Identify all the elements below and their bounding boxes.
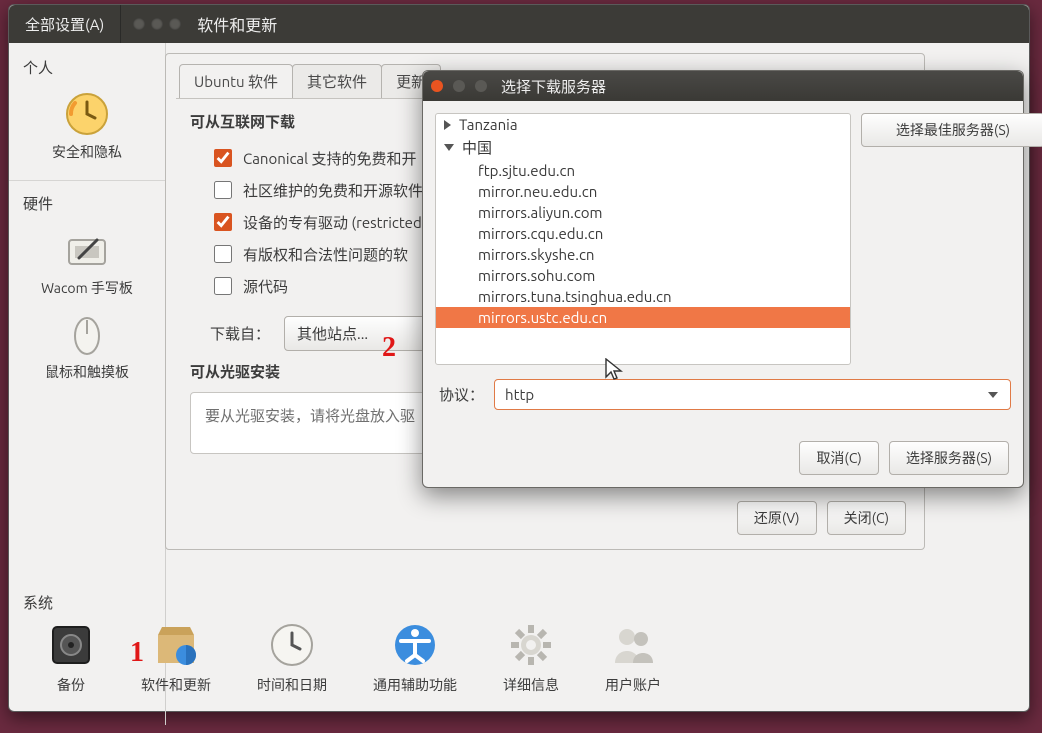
tab-ubuntu-software[interactable]: Ubuntu 软件 <box>179 64 293 98</box>
system-item-accessibility[interactable]: 通用辅助功能 <box>373 621 457 695</box>
tree-group-expanded[interactable]: 中国 <box>436 135 850 160</box>
cancel-button[interactable]: 取消(C) <box>799 441 878 475</box>
option-label: 源代码 <box>243 276 288 297</box>
choose-download-server-dialog: 选择下载服务器 Tanzania 中国 ftp.sjtu.edu.cn mirr… <box>422 70 1024 488</box>
close-button[interactable]: 关闭(C) <box>827 501 906 535</box>
tree-server-item[interactable]: mirrors.aliyun.com <box>436 202 850 223</box>
tree-server-item[interactable]: mirrors.cqu.edu.cn <box>436 223 850 244</box>
system-item-users[interactable]: 用户账户 <box>605 621 661 695</box>
window-close-icon[interactable] <box>133 18 145 30</box>
software-dialog-buttons: 还原(V) 关闭(C) <box>737 501 906 535</box>
clock-arrow-icon <box>63 90 111 138</box>
sidebar-personal-label: 个人 <box>9 57 165 84</box>
tree-server-item[interactable]: mirrors.tuna.tsinghua.edu.cn <box>436 286 850 307</box>
cd-hint-text: 要从光驱安装，请将光盘放入驱 <box>205 407 415 424</box>
system-item-label: 时间和日期 <box>257 675 327 695</box>
download-from-label: 下载自： <box>210 323 270 344</box>
sidebar-item-wacom[interactable]: Wacom 手写板 <box>9 220 165 304</box>
sidebar-divider <box>9 180 165 181</box>
dialog-min-icon[interactable] <box>453 80 465 92</box>
system-item-details[interactable]: 详细信息 <box>503 621 559 695</box>
system-item-label: 通用辅助功能 <box>373 675 457 695</box>
system-item-datetime[interactable]: 时间和日期 <box>257 621 327 695</box>
system-item-label: 用户账户 <box>605 675 661 695</box>
system-icons-row: 备份 软件和更新 时间和日期 通用辅助功能 <box>23 621 1015 695</box>
sidebar-item-label: Wacom 手写板 <box>15 278 159 298</box>
window-min-icon[interactable] <box>151 18 163 30</box>
users-icon <box>609 621 657 669</box>
mouse-icon <box>63 310 111 358</box>
gear-icon <box>507 621 555 669</box>
dialog-bottom-buttons: 取消(C) 选择服务器(S) <box>799 441 1009 475</box>
tree-server-item-selected[interactable]: mirrors.ustc.edu.cn <box>436 307 850 328</box>
checkbox-community[interactable] <box>214 181 232 199</box>
checkbox-restricted[interactable] <box>214 213 232 231</box>
system-item-label: 详细信息 <box>503 675 559 695</box>
protocol-label: 协议： <box>439 384 484 405</box>
dialog-body: Tanzania 中国 ftp.sjtu.edu.cn mirror.neu.e… <box>423 101 1023 377</box>
system-item-software[interactable]: 软件和更新 <box>141 621 211 695</box>
dialog-side-buttons: 选择最佳服务器(S) <box>861 113 1011 365</box>
best-server-button[interactable]: 选择最佳服务器(S) <box>861 113 1042 147</box>
tree-server-item[interactable]: mirror.neu.edu.cn <box>436 181 850 202</box>
revert-button[interactable]: 还原(V) <box>737 501 817 535</box>
protocol-row: 协议： http <box>423 377 1023 410</box>
window-controls <box>133 18 181 30</box>
titlebar-right: 软件和更新 <box>121 5 277 43</box>
annotation-2: 2 <box>382 332 396 364</box>
package-globe-icon <box>152 621 200 669</box>
tree-server-item[interactable]: mirrors.sohu.com <box>436 265 850 286</box>
protocol-combo[interactable]: http <box>494 379 1011 410</box>
sidebar-hardware-label: 硬件 <box>9 193 165 220</box>
system-item-label: 备份 <box>47 675 95 695</box>
sidebar-item-label: 鼠标和触摸板 <box>15 362 159 382</box>
checkbox-source[interactable] <box>214 277 232 295</box>
system-item-label: 软件和更新 <box>141 675 211 695</box>
dialog-title: 选择下载服务器 <box>501 76 606 97</box>
sidebar-item-mouse[interactable]: 鼠标和触摸板 <box>9 304 165 388</box>
tree-group-label: Tanzania <box>459 116 518 133</box>
dialog-max-icon[interactable] <box>475 80 487 92</box>
tab-other-software[interactable]: 其它软件 <box>292 64 382 98</box>
clock-icon <box>268 621 316 669</box>
system-item-backup[interactable]: 备份 <box>47 621 95 695</box>
dialog-titlebar: 选择下载服务器 <box>423 71 1023 101</box>
all-settings-button[interactable]: 全部设置(A) <box>9 5 121 43</box>
tree-group-collapsed[interactable]: Tanzania <box>436 114 850 135</box>
mouse-cursor-icon <box>605 358 623 380</box>
tree-group-label: 中国 <box>462 137 492 158</box>
checkbox-multiverse[interactable] <box>214 245 232 263</box>
option-label: 社区维护的免费和开源软件 <box>243 180 423 201</box>
system-section: 系统 备份 软件和更新 时间和日期 <box>23 592 1015 695</box>
settings-titlebar: 全部设置(A) 软件和更新 <box>9 5 1029 43</box>
choose-server-button[interactable]: 选择服务器(S) <box>889 441 1009 475</box>
wacom-tablet-icon <box>63 226 111 274</box>
accessibility-icon <box>391 621 439 669</box>
tree-server-item[interactable]: mirrors.skyshe.cn <box>436 244 850 265</box>
safe-icon <box>47 621 95 669</box>
option-label: 设备的专有驱动 (restricted <box>243 212 422 233</box>
annotation-1: 1 <box>130 637 144 669</box>
tree-server-item[interactable]: ftp.sjtu.edu.cn <box>436 160 850 181</box>
option-label: Canonical 支持的免费和开 <box>243 148 416 169</box>
sidebar-item-security[interactable]: 安全和隐私 <box>9 84 165 168</box>
server-tree[interactable]: Tanzania 中国 ftp.sjtu.edu.cn mirror.neu.e… <box>435 113 851 365</box>
download-from-value: 其他站点... <box>297 323 368 344</box>
protocol-value: http <box>505 386 534 403</box>
window-max-icon[interactable] <box>169 18 181 30</box>
checkbox-canonical[interactable] <box>214 149 232 167</box>
dialog-close-icon[interactable] <box>431 80 443 92</box>
sidebar-item-label: 安全和隐私 <box>15 142 159 162</box>
system-section-label: 系统 <box>23 592 1015 613</box>
window-title: 软件和更新 <box>197 12 277 36</box>
option-label: 有版权和合法性问题的软 <box>243 244 408 265</box>
